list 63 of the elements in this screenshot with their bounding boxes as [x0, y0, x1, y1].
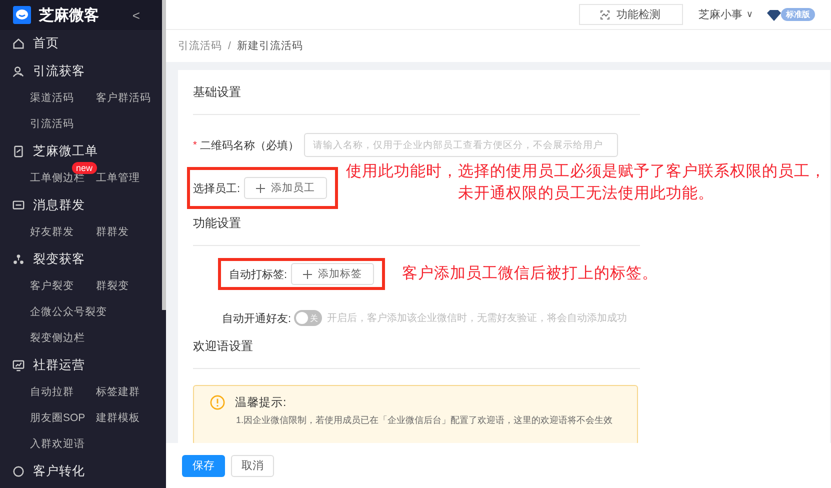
field-label: 自动打标签:: [229, 268, 288, 282]
notice-title: 温馨提示:: [235, 396, 286, 410]
menu-group-title[interactable]: 消息群发: [33, 197, 85, 214]
menu-item[interactable]: 标签建群: [96, 385, 140, 399]
version-badge: 标准版: [781, 8, 815, 21]
section-title: 基础设置: [193, 70, 640, 115]
field-label: 二维码名称（必填）: [200, 138, 299, 152]
menu-icon: [12, 465, 25, 478]
field-label: 选择员工:: [193, 182, 240, 196]
menu-item[interactable]: 引流活码: [30, 117, 74, 131]
menu-item[interactable]: 工单管理: [96, 171, 140, 185]
menu-item[interactable]: 入群欢迎语: [30, 437, 85, 451]
notice-text: 1.因企业微信限制，若使用成员已在「企业微信后台」配置了欢迎语，这里的欢迎语将不会生效: [236, 414, 613, 427]
menu-item[interactable]: 自动拉群: [30, 385, 74, 399]
menu-icon: [12, 359, 25, 372]
menu-item[interactable]: 好友群发: [30, 225, 74, 239]
hint-text: 开启后，客户添加该企业微信时，无需好友验证，将会自动添加成功: [327, 312, 628, 325]
menu-item[interactable]: 群群发: [96, 225, 129, 239]
menu-icon: [12, 199, 25, 212]
diamond-icon: [767, 8, 781, 20]
menu-icon: [12, 65, 25, 78]
add-tag-button[interactable]: 添加标签: [291, 263, 374, 285]
menu-group-title[interactable]: 社群运营: [33, 357, 85, 374]
annotation-text: 客户添加员工微信后被打上的标签。: [402, 264, 658, 284]
collapse-button[interactable]: <: [132, 8, 140, 22]
menu-group-title[interactable]: 客户转化: [33, 463, 85, 480]
menu-group-title[interactable]: 首页: [33, 35, 59, 52]
menu-item[interactable]: 企微公众号裂变: [30, 305, 107, 319]
menu-item[interactable]: 裂变侧边栏: [30, 331, 85, 345]
menu-icon: [12, 145, 25, 158]
menu-item[interactable]: 建群模板: [96, 411, 140, 425]
plus-icon: [256, 184, 266, 192]
add-employee-button[interactable]: 添加员工: [244, 177, 328, 199]
menu-item[interactable]: 渠道活码: [30, 91, 74, 105]
user-menu[interactable]: 芝麻小事: [698, 7, 742, 22]
qr-name-field[interactable]: 请输入名称，仅用于企业内部员工查看方便区分，不会展示给用户: [304, 133, 618, 157]
scan-icon: [600, 10, 610, 20]
menu-icon: [12, 253, 25, 266]
required-mark: *: [193, 140, 197, 150]
menu-item[interactable]: 朋友圈SOP: [30, 411, 86, 425]
caret-icon[interactable]: ∨: [746, 9, 753, 20]
breadcrumb-link[interactable]: 引流活码: [178, 39, 222, 53]
logo-text: 芝麻微客: [39, 6, 99, 24]
section-title: 欢迎语设置: [193, 326, 640, 369]
warning-icon: [210, 395, 225, 410]
menu-icon: [12, 37, 25, 50]
feature-check-button[interactable]: 功能检测: [579, 4, 684, 25]
menu-group-title[interactable]: 引流获客: [33, 63, 85, 80]
menu-item[interactable]: 群裂变: [96, 279, 129, 293]
chat-bubble-logo-icon: [13, 6, 31, 24]
menu-group-title[interactable]: 芝麻微工单: [33, 143, 98, 160]
menu-group-title[interactable]: 裂变获客: [33, 251, 85, 268]
cancel-button[interactable]: 取消: [231, 454, 274, 476]
menu-item[interactable]: 客户群活码: [96, 91, 151, 105]
breadcrumb-separator: /: [228, 40, 231, 52]
scrollbar[interactable]: [162, 0, 166, 310]
menu-item[interactable]: 客户裂变: [30, 279, 74, 293]
section-title: 功能设置: [193, 209, 640, 246]
breadcrumb-current: 新建引流活码: [236, 39, 303, 53]
new-badge: new: [72, 162, 97, 174]
annotation-text: 使用此功能时，选择的使用员工必须是赋予了客户联系权限的员工， 未开通权限的员工无法使用此功能。: [346, 162, 826, 204]
plus-icon: [303, 270, 312, 278]
field-label: 自动开通好友:: [222, 312, 292, 326]
